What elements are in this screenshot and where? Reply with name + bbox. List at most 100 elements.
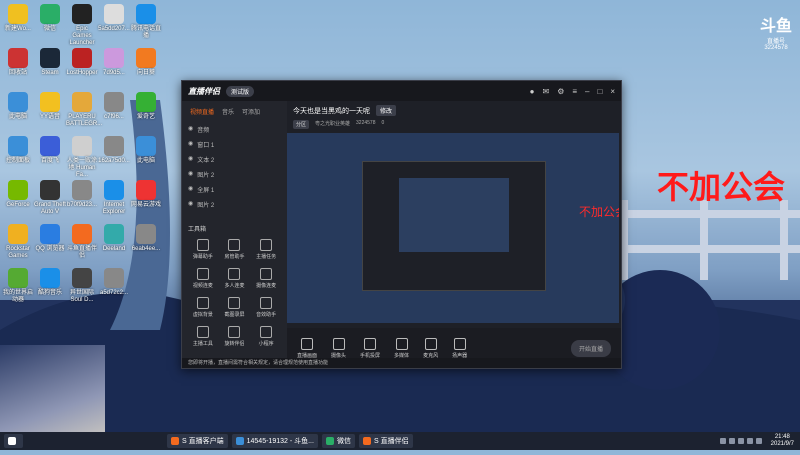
minimize-icon[interactable]: – <box>585 87 589 96</box>
desktop-icon[interactable]: c7f96... <box>98 92 130 121</box>
tool-item[interactable]: 音效助手 <box>251 297 281 318</box>
control-button[interactable]: 摄像头 <box>331 337 346 359</box>
scene-item[interactable]: ◉ 文本 2 <box>182 152 287 167</box>
desktop-icon-label: 斗鱼直播伴侣 <box>66 246 97 259</box>
taskbar-app[interactable]: 微信 <box>321 434 355 448</box>
desktop-icon[interactable]: 异世国际 Soul D... <box>66 268 98 304</box>
desktop-icon[interactable]: Grand Theft Auto V <box>34 180 66 216</box>
desktop-icon[interactable]: YY语音 <box>34 92 66 121</box>
network-icon[interactable] <box>755 438 762 444</box>
tool-item[interactable]: 旋转伴侣 <box>220 326 250 347</box>
desktop-icon[interactable]: 5a5dd207... <box>98 4 130 33</box>
eye-icon[interactable]: ◉ <box>188 125 193 134</box>
taskbar-app-icon <box>325 437 334 445</box>
eye-icon[interactable]: ◉ <box>188 200 193 209</box>
tool-item[interactable]: 多人连麦 <box>220 268 250 289</box>
app-icon <box>40 92 60 112</box>
tool-label: 主播工具 <box>192 341 213 347</box>
clock[interactable]: 21:48 2021/9/7 <box>771 434 794 448</box>
desktop-icon[interactable]: 此电脑 <box>130 136 162 165</box>
scene-item[interactable]: ◉ 图片 2 <box>182 167 287 182</box>
tool-item[interactable]: 房管助手 <box>220 239 250 260</box>
tool-item[interactable]: 视频连麦 <box>188 268 218 289</box>
tool-item[interactable]: 小程序 <box>251 326 281 347</box>
eye-icon[interactable]: ◉ <box>188 170 193 179</box>
control-button[interactable]: 手机投屏 <box>360 337 380 359</box>
maximize-icon[interactable]: □ <box>597 87 602 96</box>
scene-item[interactable]: ◉ 全屏 1 <box>182 182 287 197</box>
control-button[interactable]: 麦克风 <box>423 337 438 359</box>
desktop-icon[interactable]: b70f9d23... <box>66 180 98 209</box>
desktop-icon[interactable]: 162a75d0... <box>98 136 130 165</box>
stream-preview[interactable]: 不加公会 <box>287 133 619 323</box>
desktop-icon[interactable]: 此电脑 <box>2 92 34 121</box>
tab-audio[interactable]: 音乐 <box>222 107 234 116</box>
tab-add[interactable]: 可添加 <box>242 107 260 116</box>
desktop-icon[interactable]: QQ 浏览器 <box>34 224 66 253</box>
desktop-icon[interactable]: GeForce <box>2 180 34 209</box>
live-companion-window[interactable]: 直播伴侣 测试版 ● ✉ ⚙ ≡ – □ × 视频直播 音乐 可添加 ◉ 音频 ◉… <box>181 80 622 369</box>
taskbar-app-icon <box>362 437 371 445</box>
desktop-icon[interactable]: 微信 <box>34 4 66 33</box>
tab-video[interactable]: 视频直播 <box>190 107 214 116</box>
desktop-icon[interactable]: Steam <box>34 48 66 77</box>
menu-icon[interactable]: ≡ <box>572 87 577 96</box>
desktop-icon[interactable]: 我的世界启动器 <box>2 268 34 304</box>
scene-item[interactable]: ◉ 音频 <box>182 122 287 137</box>
close-icon[interactable]: × <box>610 87 615 96</box>
eye-icon[interactable]: ◉ <box>188 155 193 164</box>
desktop-icon[interactable]: 6eab4ee... <box>130 224 162 253</box>
app-icon <box>8 224 28 244</box>
tray-icon[interactable] <box>737 438 744 444</box>
tool-item[interactable]: 摄像连麦 <box>251 268 281 289</box>
desktop-icon[interactable]: a5d72c2... <box>98 268 130 297</box>
message-icon[interactable]: ✉ <box>542 87 549 96</box>
edit-title-button[interactable]: 修改 <box>376 105 397 116</box>
desktop-icon[interactable]: 控制面板 <box>2 136 34 165</box>
control-button[interactable]: 直播画面 <box>297 337 317 359</box>
desktop-icon-label: PLAYERU BATTLEGR... <box>66 114 103 127</box>
start-button[interactable] <box>4 434 23 448</box>
desktop-icon[interactable]: 酷狗音乐 <box>34 268 66 297</box>
desktop-icon[interactable]: 斗鱼直播伴侣 <box>66 224 98 260</box>
control-button[interactable]: 多媒体 <box>394 337 409 359</box>
beta-badge[interactable]: 测试版 <box>226 85 255 97</box>
tool-item[interactable]: 弹幕助手 <box>188 239 218 260</box>
desktop-icon[interactable]: 新建Wo... <box>2 4 34 33</box>
desktop-icon[interactable]: Internet Explorer <box>98 180 130 216</box>
desktop-icon[interactable]: Rockstar Games <box>2 224 34 260</box>
desktop-icon[interactable]: 腾讯电话直播 <box>130 4 162 40</box>
scene-item[interactable]: ◉ 窗口 1 <box>182 137 287 152</box>
tray-icon[interactable] <box>719 438 726 444</box>
desktop-icon[interactable]: 网易云游戏 <box>130 180 162 209</box>
control-icon <box>301 337 313 350</box>
taskbar-app[interactable]: 14545-19132 - 斗鱼... <box>231 434 318 448</box>
desktop-icon[interactable]: Epic Games Launcher <box>66 4 98 47</box>
taskbar-app[interactable]: S 直播伴侣 <box>358 434 413 448</box>
tray-icon[interactable] <box>728 438 735 444</box>
start-live-button[interactable]: 开始直播 <box>570 339 611 357</box>
desktop-icon[interactable]: 爱奇艺 <box>130 92 162 121</box>
scene-item[interactable]: ◉ 图片 2 <box>182 197 287 212</box>
settings-icon[interactable]: ⚙ <box>557 87 564 96</box>
avatar-icon[interactable]: ● <box>530 87 535 96</box>
volume-icon[interactable] <box>746 438 753 444</box>
eye-icon[interactable]: ◉ <box>188 185 193 194</box>
taskbar-app[interactable]: S 直播客户端 <box>167 434 228 448</box>
desktop-icon[interactable]: Deeland <box>98 224 130 253</box>
desktop-icon[interactable]: 7d9d5... <box>98 48 130 77</box>
tool-item[interactable]: 主播任务 <box>251 239 281 260</box>
desktop-icon[interactable]: PLAYERU BATTLEGR... <box>66 92 103 128</box>
tool-item[interactable]: 截图录屏 <box>220 297 250 318</box>
tool-item[interactable]: 虚拟背景 <box>188 297 218 318</box>
desktop-icon[interactable]: 百度飞 <box>34 136 66 165</box>
app-icon <box>136 224 156 244</box>
control-button[interactable]: 扬声器 <box>452 337 467 359</box>
desktop-icon[interactable]: 回收站 <box>2 48 34 77</box>
desktop-icon[interactable]: LostHopper <box>66 48 98 77</box>
desktop-icon[interactable]: 人类一败涂地 Human Fa... <box>66 136 98 179</box>
tool-item[interactable]: 主播工具 <box>188 326 218 347</box>
category-button[interactable]: 分区 <box>293 120 310 129</box>
eye-icon[interactable]: ◉ <box>188 140 193 149</box>
desktop-icon[interactable]: 向日葵 <box>130 48 162 77</box>
